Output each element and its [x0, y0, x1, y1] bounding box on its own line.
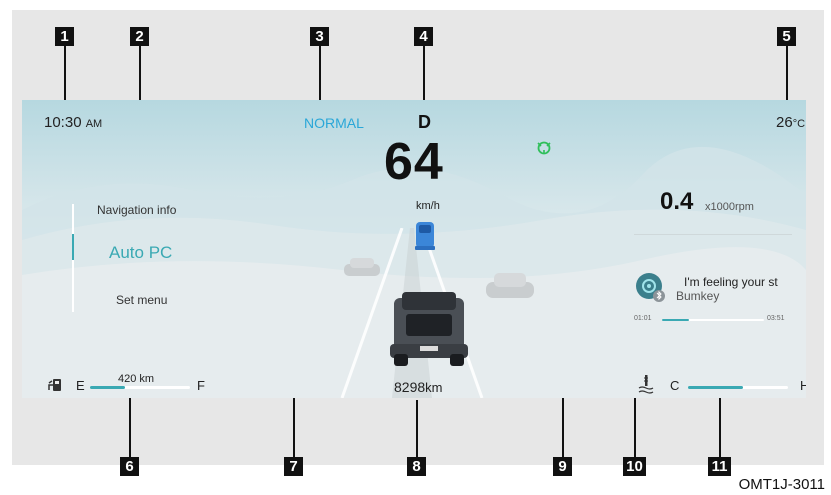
rpm-value: 0.4 [660, 188, 694, 215]
callout-6: 6 [120, 457, 139, 476]
media-duration: 03:51 [767, 315, 785, 322]
odometer-value: 8298 [394, 379, 426, 395]
callout-1: 1 [55, 27, 74, 46]
clock: 10:30 AM [44, 114, 102, 131]
instrument-cluster-display: 10:30 AM NORMAL D 26°C Navigation info A… [22, 100, 806, 398]
lead-vehicle-icon [415, 222, 435, 250]
coolant-gauge-fill [688, 386, 743, 389]
rpm-divider [634, 234, 792, 235]
fuel-full-label: F [197, 378, 205, 393]
callout-11: 11 [708, 457, 731, 476]
media-artist: Bumkey [676, 289, 720, 303]
fuel-range-unit: km [139, 373, 155, 385]
clock-suffix: AM [85, 118, 103, 130]
coolant-hot-label: H [800, 378, 806, 393]
outside-temperature: 26°C [776, 114, 805, 131]
callout-7: 7 [284, 457, 303, 476]
fuel-range-value: 420 [118, 373, 137, 385]
fuel-range: 420 km [118, 373, 154, 385]
menu-selection-marker [72, 234, 74, 260]
coolant-temperature-icon [638, 375, 654, 394]
bluetooth-music-icon[interactable] [635, 272, 665, 302]
drive-mode-label: NORMAL [304, 115, 364, 131]
leader-line-11 [719, 393, 721, 457]
speed-unit: km/h [416, 200, 440, 212]
fuel-pump-icon [48, 379, 61, 391]
media-elapsed-time: 01:01 [634, 315, 652, 322]
clock-time: 10:30 [44, 114, 82, 131]
odometer: 8298km [394, 379, 443, 395]
callout-3: 3 [310, 27, 329, 46]
media-progress-fill [662, 319, 689, 321]
odometer-unit: km [425, 380, 443, 395]
callout-10: 10 [623, 457, 646, 476]
figure-code: OMT1J-3011 [738, 476, 825, 493]
temperature-value: 26 [776, 114, 793, 131]
temperature-unit: °C [792, 118, 806, 130]
adjacent-vehicle-left-icon [344, 258, 380, 276]
fuel-gauge-fill [90, 386, 125, 389]
adjacent-vehicle-right-icon [486, 273, 534, 298]
fuel-empty-label: E [76, 378, 85, 393]
steering-assist-icon [537, 141, 551, 155]
callout-9: 9 [553, 457, 572, 476]
ego-vehicle-icon [390, 292, 468, 366]
menu-item-auto-pc[interactable]: Auto PC [109, 243, 172, 263]
menu-item-navigation-info[interactable]: Navigation info [97, 203, 176, 217]
leader-line-8 [416, 400, 418, 457]
coolant-cold-label: C [670, 378, 680, 393]
callout-2: 2 [130, 27, 149, 46]
callout-4: 4 [414, 27, 433, 46]
rpm-unit: x1000rpm [705, 201, 754, 213]
speed-value: 64 [384, 133, 444, 191]
callout-8: 8 [407, 457, 426, 476]
gear-indicator: D [418, 112, 431, 132]
leader-line-6 [129, 393, 131, 457]
callout-5: 5 [777, 27, 796, 46]
media-track-title: I'm feeling your st [684, 275, 778, 289]
menu-item-set-menu[interactable]: Set menu [116, 293, 167, 307]
